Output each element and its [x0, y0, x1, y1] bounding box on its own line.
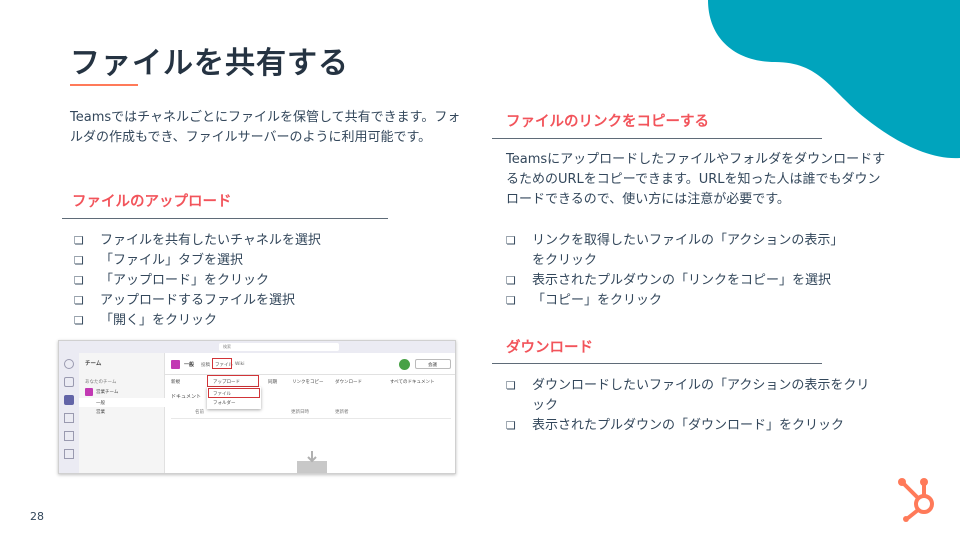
checkbox-bullet-icon: ❏ [506, 234, 516, 247]
teams-screenshot: 検索 チーム あなたのチーム 営業チーム 一般 営業 一般 投稿 ファイル Wi… [58, 340, 456, 474]
files-icon [64, 449, 74, 459]
blob-shape [708, 0, 960, 159]
toolbar-new: 新規 [171, 380, 180, 385]
upload-heading: ファイルのアップロード [72, 194, 232, 210]
list-item: ❏ 表示されたプルダウンの「リンクをコピー」を選択 [506, 271, 876, 291]
list-item: ❏ アップロードするファイルを選択 [74, 291, 404, 311]
teams-list-pane: チーム あなたのチーム 営業チーム 一般 営業 [79, 353, 165, 473]
chat-icon [64, 377, 74, 387]
checkbox-bullet-icon: ❏ [506, 379, 516, 392]
toolbar-sync: 同期 [268, 380, 277, 385]
list-item: ❏ ファイルを共有したいチャネルを選択 [74, 231, 404, 251]
logo-spoke-left [902, 482, 920, 500]
header-divider [171, 418, 451, 419]
breadcrumb: ドキュメント [171, 394, 202, 400]
download-steps-list: ❏ ダウンロードしたいファイルの「アクションの表示をクリック ❏ 表示されたプルダウ… [506, 376, 876, 436]
assignments-icon [64, 413, 74, 423]
copy-link-heading: ファイルのリンクをコピーする [506, 114, 709, 130]
intro-text: Teamsではチャネルごとにファイルを保管して共有できます。フォルダの作成もでき… [70, 110, 461, 145]
checkbox-bullet-icon: ❏ [506, 419, 516, 432]
checkbox-bullet-icon: ❏ [74, 274, 84, 287]
list-item: ❏ 「アップロード」をクリック [74, 271, 404, 291]
logo-node-left [898, 478, 906, 486]
tab-wiki: Wiki [235, 362, 245, 367]
list-item: ❏ 表示されたプルダウンの「ダウンロード」をクリック [506, 416, 876, 436]
meeting-button-label: 会議 [428, 363, 437, 368]
selected-channel-highlight [79, 398, 165, 407]
teams-app-rail [59, 353, 79, 473]
menu-item-folder: フォルダー [213, 401, 236, 406]
empty-folder-illustration [297, 451, 327, 473]
copy-link-rule [492, 138, 822, 139]
teams-icon [64, 395, 74, 405]
files-tab-highlight [212, 358, 232, 369]
list-item: ❏ リンクを取得したいファイルの「アクションの表示」をクリック [506, 233, 844, 268]
decorative-blob [708, 0, 960, 159]
logo-node-top [920, 478, 928, 486]
channel-general: 一般 [96, 401, 105, 406]
teams-search-box: 検索 [219, 343, 339, 351]
files-menu-highlight [208, 388, 260, 398]
illustration-arrow [307, 451, 317, 463]
download-heading: ダウンロード [506, 340, 593, 356]
teams-pane-title: チーム [85, 361, 102, 367]
channel-other: 営業 [96, 410, 105, 415]
your-teams-label: あなたのチーム [85, 380, 117, 385]
download-rule [492, 363, 822, 364]
logo-spoke-bottom [906, 508, 920, 520]
toolbar-all-documents: すべてのドキュメント [390, 380, 435, 385]
column-name: 名前 [195, 410, 204, 415]
title-underline [70, 84, 138, 86]
column-modified-by: 更新者 [335, 410, 349, 415]
checkbox-bullet-icon: ❏ [506, 274, 516, 287]
copy-link-body: TeamsにアップロードしたファイルやフォルダをダウンロードするためのURLをコ… [506, 152, 886, 207]
team-avatar [85, 388, 93, 396]
meeting-button: 会議 [415, 359, 451, 369]
column-modified: 更新日時 [291, 410, 309, 415]
toolbar-copy-link: リンクをコピー [292, 380, 324, 385]
checkbox-bullet-icon: ❏ [74, 314, 84, 327]
channel-header: 一般 [184, 362, 195, 368]
checkbox-bullet-icon: ❏ [506, 294, 516, 307]
upload-dropdown-menu: ファイル フォルダー [207, 387, 261, 409]
calendar-icon [64, 431, 74, 441]
checkbox-bullet-icon: ❏ [74, 254, 84, 267]
upload-button-highlight [207, 375, 259, 387]
checkbox-bullet-icon: ❏ [74, 234, 84, 247]
slide-title: ファイルを共有する [70, 46, 349, 81]
toolbar-download: ダウンロード [335, 380, 362, 385]
page-number: 28 [30, 510, 44, 523]
list-item: ❏ 「コピー」をクリック [506, 291, 876, 311]
upload-steps-list: ❏ ファイルを共有したいチャネルを選択 ❏ 「ファイル」タブを選択 ❏ 「アップロード… [74, 231, 404, 331]
teams-topbar: 検索 [59, 341, 455, 353]
user-avatar [399, 359, 410, 370]
activity-icon [64, 359, 74, 369]
list-item: ❏ 「開く」をクリック [74, 311, 404, 331]
list-item: ❏ 「ファイル」タブを選択 [74, 251, 404, 271]
sprocket-logo-icon [898, 478, 934, 522]
tab-posts: 投稿 [201, 363, 210, 368]
copy-link-steps-list: ❏ リンクを取得したいファイルの「アクションの表示」をクリック ❏ 表示されたプルダ… [506, 231, 876, 311]
channel-avatar [171, 360, 180, 369]
upload-rule [62, 218, 388, 219]
logo-node-bottom [903, 516, 909, 522]
list-item: ❏ ダウンロードしたいファイルの「アクションの表示をクリック [506, 378, 870, 413]
logo-hub [914, 494, 934, 514]
checkbox-bullet-icon: ❏ [74, 294, 84, 307]
team-name: 営業チーム [96, 390, 119, 395]
illustration-box [297, 461, 327, 473]
